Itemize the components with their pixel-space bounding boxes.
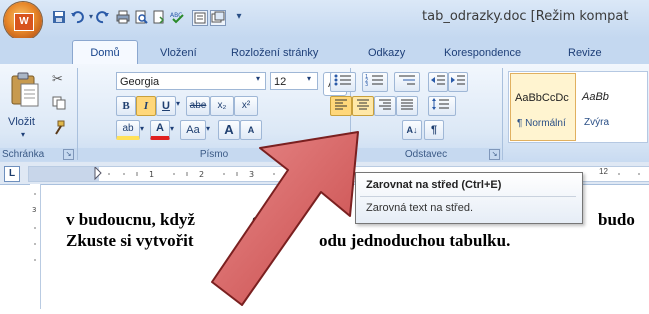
line-spacing-icon	[432, 98, 449, 110]
underline-dropdown-icon[interactable]: ▾	[176, 99, 180, 108]
cut-icon[interactable]: ✂	[52, 72, 66, 86]
paste-dropdown-icon[interactable]: ▾	[21, 130, 25, 139]
window-title: tab_odrazky.doc [Režim kompat	[422, 9, 629, 24]
numbering-button[interactable]: 123	[362, 72, 388, 92]
tab-insert[interactable]: Vložení	[160, 42, 197, 64]
save-icon[interactable]	[52, 10, 66, 24]
align-right-icon	[379, 99, 391, 110]
copy-icon[interactable]	[52, 96, 66, 110]
style-normal-preview: AaBbCcDc	[515, 92, 569, 104]
tooltip-title: Zarovnat na střed (Ctrl+E)	[366, 179, 502, 191]
increase-indent-button[interactable]	[448, 72, 468, 92]
office-button[interactable]: W	[4, 2, 42, 40]
tooltip-description: Zarovná text na střed.	[366, 202, 473, 214]
ruler-tick-label: 12	[599, 167, 608, 176]
document-line-1c: budo	[598, 210, 635, 229]
font-color-dropdown-icon[interactable]: ▾	[170, 124, 174, 133]
bold-button[interactable]: B	[116, 96, 136, 116]
font-name-value: Georgia	[120, 76, 160, 88]
group-separator	[77, 68, 78, 160]
tooltip: Zarovnat na střed (Ctrl+E) Zarovná text …	[355, 172, 583, 224]
style-normal[interactable]: AaBbCcDc ¶ Normální	[510, 73, 576, 141]
numbering-icon: 123	[365, 74, 383, 88]
justify-button[interactable]	[396, 96, 418, 116]
undo-dropdown-icon[interactable]: ▾	[86, 10, 96, 24]
align-right-button[interactable]	[374, 96, 396, 116]
svg-text:3: 3	[365, 82, 368, 87]
font-name-dropdown-icon[interactable]: ▾	[256, 74, 260, 83]
highlight-dropdown-icon[interactable]: ▾	[140, 124, 144, 133]
bullets-button[interactable]	[330, 72, 356, 92]
style-normal-name: ¶ Normální	[517, 118, 566, 129]
style-emphasis[interactable]: AaBb Zvýra	[578, 73, 644, 139]
sort-button[interactable]: A↓	[402, 120, 422, 140]
increase-indent-icon	[451, 75, 465, 85]
superscript-button[interactable]: x²	[234, 96, 258, 116]
format-painter-icon[interactable]	[52, 120, 66, 136]
print-icon[interactable]	[116, 10, 130, 24]
strikethrough-button[interactable]: abe	[186, 96, 210, 116]
group-separator	[502, 68, 503, 160]
office-logo-icon: W	[14, 13, 34, 31]
tab-home[interactable]: Domů	[72, 40, 138, 66]
align-center-button[interactable]	[352, 96, 374, 116]
redo-icon[interactable]	[96, 10, 110, 24]
show-formatting-button[interactable]: ¶	[424, 120, 444, 140]
decrease-indent-icon	[431, 75, 445, 85]
clipboard-dialog-launcher-icon[interactable]: ↘	[63, 149, 74, 160]
view-icon[interactable]	[192, 10, 208, 26]
underline-button[interactable]: U	[156, 96, 176, 116]
decrease-indent-button[interactable]	[428, 72, 448, 92]
font-size-value: 12	[274, 76, 287, 88]
tab-mailings[interactable]: Korespondence	[444, 42, 521, 64]
annotation-arrow-icon	[211, 131, 359, 306]
svg-text:1: 1	[149, 170, 154, 179]
document-line-2a: Zkuste si vytvořit	[66, 231, 194, 250]
tooltip-divider	[360, 196, 576, 197]
undo-icon[interactable]	[70, 10, 84, 24]
font-color-button[interactable]: A	[150, 120, 170, 140]
align-center-icon	[357, 99, 369, 110]
new-document-icon[interactable]	[152, 10, 166, 24]
paragraph-dialog-launcher-icon[interactable]: ↘	[489, 149, 500, 160]
document-line-1a: v budoucnu, když	[66, 210, 195, 229]
justify-icon	[401, 99, 413, 110]
style-emphasis-preview: AaBb	[582, 91, 609, 103]
paste-label[interactable]: Vložit	[8, 116, 35, 128]
vertical-ruler[interactable]: 3	[30, 184, 41, 309]
line-spacing-button[interactable]	[428, 96, 456, 116]
italic-button[interactable]: I	[136, 96, 156, 116]
multilevel-list-button[interactable]	[394, 72, 420, 92]
font-size-dropdown-icon[interactable]: ▾	[307, 74, 311, 83]
align-left-icon	[335, 99, 347, 110]
paste-icon	[11, 72, 39, 107]
sort-icon: A↓	[406, 125, 418, 135]
customize-quick-access-icon[interactable]: ▾	[232, 10, 246, 24]
paste-button[interactable]	[6, 70, 42, 114]
pilcrow-icon: ¶	[430, 124, 438, 136]
print-preview-icon[interactable]	[134, 10, 148, 24]
multilevel-list-icon	[399, 75, 415, 85]
tab-selector-button[interactable]: L	[4, 166, 20, 182]
window-icon[interactable]	[210, 10, 226, 26]
spelling-icon[interactable]: ABC	[170, 10, 184, 24]
tab-review[interactable]: Revize	[568, 42, 602, 64]
highlight-button[interactable]: ab	[116, 120, 140, 140]
align-left-button[interactable]	[330, 96, 352, 116]
svg-text:3: 3	[32, 206, 36, 214]
style-emphasis-name: Zvýra	[584, 117, 609, 128]
tab-references[interactable]: Odkazy	[368, 42, 405, 64]
font-name-combo[interactable]: Georgia	[116, 72, 266, 90]
bullets-icon	[334, 74, 351, 86]
subscript-button[interactable]: x₂	[210, 96, 234, 116]
tab-page-layout[interactable]: Rozložení stránky	[231, 42, 318, 64]
